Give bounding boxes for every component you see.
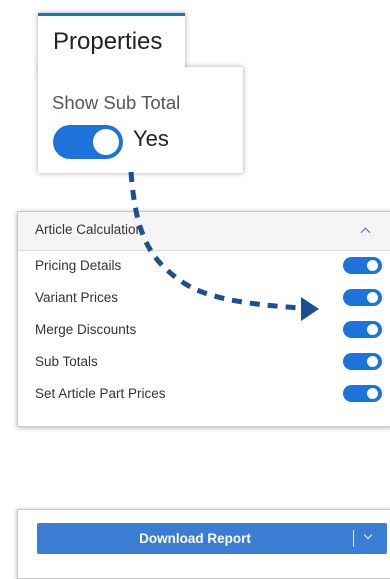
setting-row-set-article-part-prices: Set Article Part Prices [18,378,390,410]
show-sub-total-value: Yes [133,126,169,151]
toggle-knob [367,356,378,367]
properties-panel: Show Sub Total Yes [38,67,243,173]
show-sub-total-label: Show Sub Total [52,92,181,113]
toggle-knob [367,292,378,303]
properties-tab[interactable]: Properties [38,13,185,69]
article-calculation-title: Article Calculation [35,222,144,237]
show-sub-total-toggle[interactable] [53,125,123,159]
toggle-knob [367,388,378,399]
download-card: Download Report [17,509,390,579]
setting-row-pricing-details: Pricing Details [18,250,390,282]
chevron-down-icon[interactable] [363,530,373,540]
setting-label: Set Article Part Prices [35,386,166,401]
setting-row-variant-prices: Variant Prices [18,282,390,314]
properties-tab-title: Properties [53,28,163,55]
pricing-details-toggle[interactable] [343,257,382,274]
toggle-knob [367,324,378,335]
article-calculation-card: Article Calculation Pricing Details Vari… [17,211,390,427]
toggle-knob [93,129,119,155]
setting-label: Merge Discounts [35,322,137,337]
setting-label: Variant Prices [35,290,119,305]
merge-discounts-toggle[interactable] [343,321,382,338]
article-calculation-header[interactable]: Article Calculation [18,212,390,251]
sub-totals-toggle[interactable] [343,353,382,370]
setting-label: Pricing Details [35,258,122,273]
set-article-part-prices-toggle[interactable] [343,385,382,402]
setting-label: Sub Totals [35,354,98,369]
setting-row-sub-totals: Sub Totals [18,346,390,378]
chevron-up-icon[interactable] [360,227,371,238]
tab-joint [38,62,185,72]
button-divider [353,530,354,547]
toggle-knob [367,260,378,271]
setting-row-merge-discounts: Merge Discounts [18,314,390,346]
variant-prices-toggle[interactable] [343,289,382,306]
download-report-button[interactable]: Download Report [37,523,387,554]
download-report-label: Download Report [139,531,251,546]
